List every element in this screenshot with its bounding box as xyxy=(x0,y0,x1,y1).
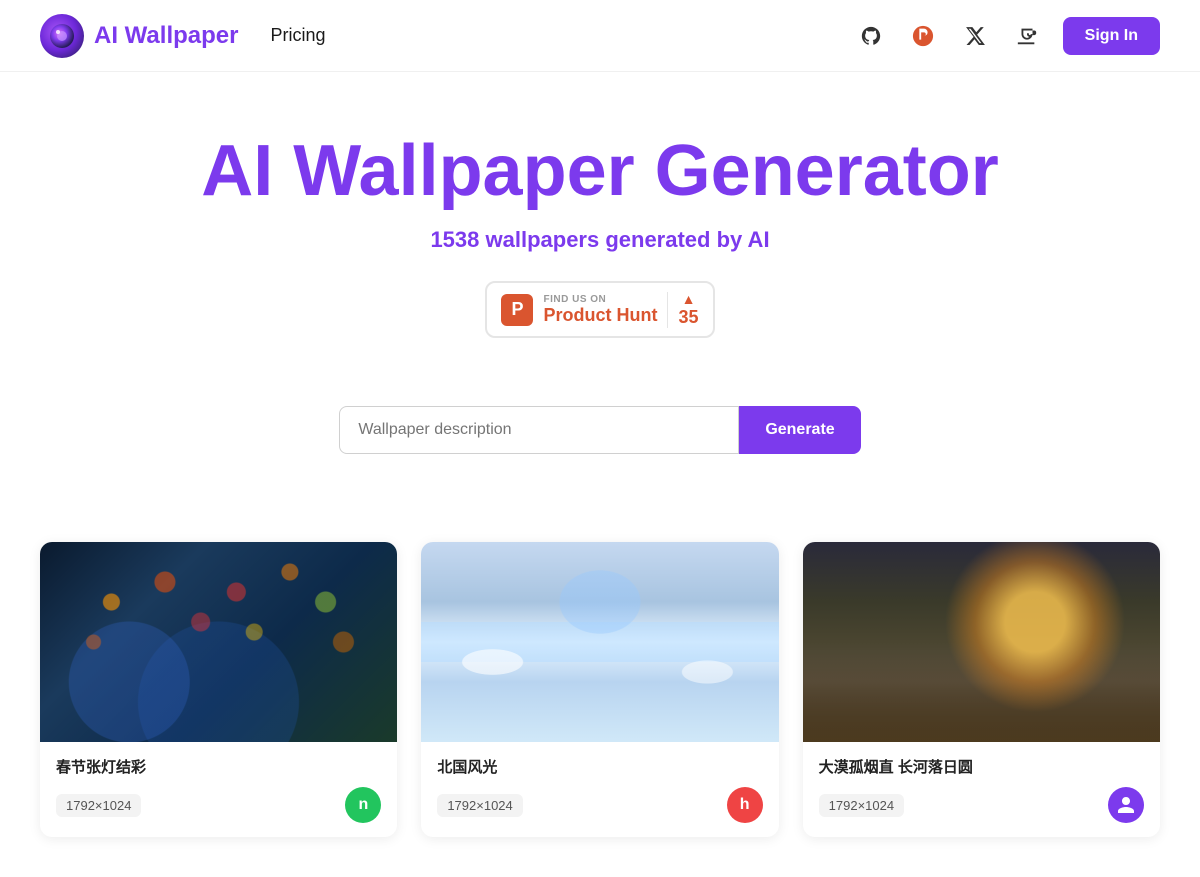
gallery-section: 春节张灯结彩 1792×1024 n 北国风光 1792×1024 h 大漠孤烟… xyxy=(0,542,1200,877)
ph-find-text: FIND US ON xyxy=(543,294,657,305)
header-left: AI Wallpaper Pricing xyxy=(40,14,326,58)
size-badge-2: 1792×1024 xyxy=(819,794,904,817)
wallpaper-count: 1538 xyxy=(430,227,479,252)
ph-text: FIND US ON Product Hunt xyxy=(543,294,657,326)
header: AI Wallpaper Pricing xyxy=(0,0,1200,72)
logo[interactable]: AI Wallpaper xyxy=(40,14,238,58)
size-badge-0: 1792×1024 xyxy=(56,794,141,817)
size-badge-1: 1792×1024 xyxy=(437,794,522,817)
wallpaper-image-1[interactable] xyxy=(421,542,778,742)
logo-text: AI Wallpaper xyxy=(94,22,238,50)
hero-subtitle: 1538 wallpapers generated by AI xyxy=(40,227,1160,253)
wallpaper-subtitle-rest: wallpapers generated by AI xyxy=(479,227,769,252)
github-icon[interactable] xyxy=(855,20,887,52)
ph-score: ▲ 35 xyxy=(678,291,698,328)
avatar-2[interactable] xyxy=(1108,787,1144,823)
ph-logo-icon: P xyxy=(501,294,533,326)
ph-arrow-icon: ▲ xyxy=(682,291,696,307)
signin-button[interactable]: Sign In xyxy=(1063,17,1160,55)
coffee-icon[interactable] xyxy=(1011,20,1043,52)
gallery-meta-2: 1792×1024 xyxy=(819,787,1144,823)
gallery-card-1: 北国风光 1792×1024 h xyxy=(421,542,778,837)
x-svg xyxy=(964,25,986,47)
search-section: Generate xyxy=(40,406,1160,454)
gallery-card-0: 春节张灯结彩 1792×1024 n xyxy=(40,542,397,837)
gallery-meta-1: 1792×1024 h xyxy=(437,787,762,823)
gallery-title-0: 春节张灯结彩 xyxy=(56,756,146,777)
wallpaper-image-2[interactable] xyxy=(803,542,1160,742)
logo-svg xyxy=(48,22,76,50)
producthunt-icon[interactable] xyxy=(907,20,939,52)
gallery-info-0: 春节张灯结彩 1792×1024 n xyxy=(40,742,397,837)
coffee-svg xyxy=(1016,25,1038,47)
gallery-info-1: 北国风光 1792×1024 h xyxy=(421,742,778,837)
github-svg xyxy=(860,25,882,47)
hero-title: AI Wallpaper Generator xyxy=(40,132,1160,211)
logo-icon xyxy=(40,14,84,58)
nav-pricing[interactable]: Pricing xyxy=(270,25,325,46)
gallery-title-1: 北国风光 xyxy=(437,756,497,777)
generate-button[interactable]: Generate xyxy=(739,406,860,454)
header-right: Sign In xyxy=(855,17,1160,55)
ph-divider xyxy=(667,292,668,328)
gallery-title-2: 大漠孤烟直 长河落日圆 xyxy=(819,756,973,777)
avatar-1[interactable]: h xyxy=(727,787,763,823)
wallpaper-image-0[interactable] xyxy=(40,542,397,742)
product-hunt-badge[interactable]: P FIND US ON Product Hunt ▲ 35 xyxy=(485,281,714,338)
ph-name-text: Product Hunt xyxy=(543,305,657,326)
producthunt-svg xyxy=(912,25,934,47)
avatar-0[interactable]: n xyxy=(345,787,381,823)
gallery-meta-0: 1792×1024 n xyxy=(56,787,381,823)
search-input[interactable] xyxy=(339,406,739,454)
ph-score-number: 35 xyxy=(678,307,698,328)
gallery-info-2: 大漠孤烟直 长河落日圆 1792×1024 xyxy=(803,742,1160,837)
person-icon xyxy=(1116,795,1136,815)
hero-section: AI Wallpaper Generator 1538 wallpapers g… xyxy=(0,72,1200,542)
x-twitter-icon[interactable] xyxy=(959,20,991,52)
gallery-card-2: 大漠孤烟直 长河落日圆 1792×1024 xyxy=(803,542,1160,837)
